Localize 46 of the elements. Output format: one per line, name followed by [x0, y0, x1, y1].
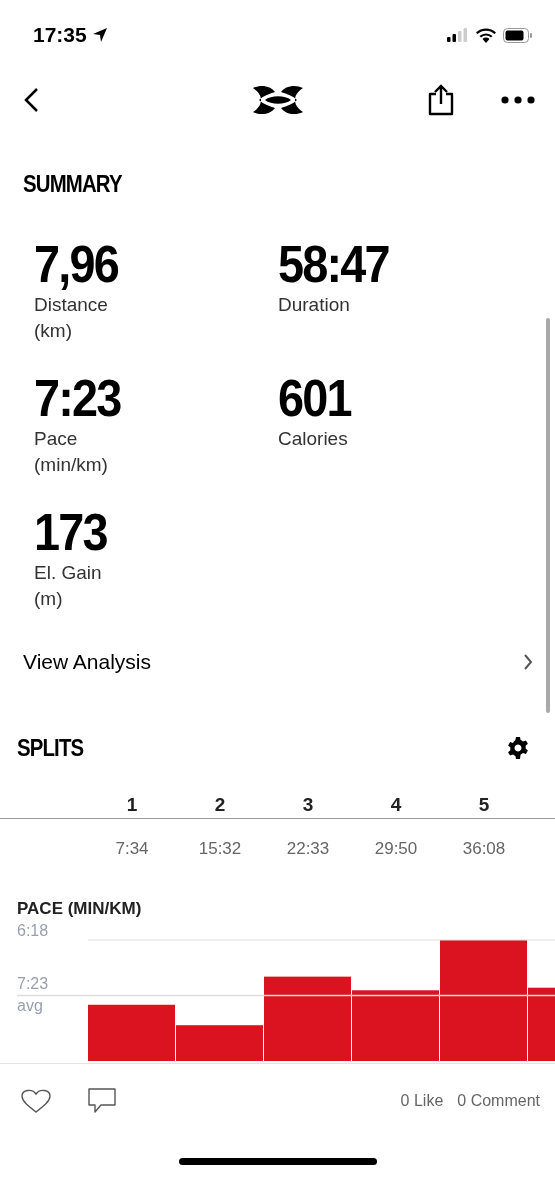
- stat-label: Calories: [278, 427, 349, 451]
- split-number: 2: [213, 794, 227, 816]
- avg-label: avg: [17, 997, 43, 1015]
- stat-value: 601: [278, 370, 353, 426]
- stat-label: Duration: [278, 293, 351, 317]
- stat-value: 7,96: [34, 236, 119, 292]
- share-icon[interactable]: [427, 84, 455, 116]
- stat-unit: (km): [34, 319, 73, 343]
- more-icon[interactable]: [501, 96, 535, 104]
- stat-label: El. Gain: [34, 561, 103, 585]
- split-time: 7:34: [114, 839, 150, 859]
- stat-value: 58:47: [278, 236, 390, 292]
- top-pace-label: 6:18: [17, 923, 49, 939]
- back-icon[interactable]: [23, 87, 39, 113]
- view-analysis-label: View Analysis: [23, 650, 151, 674]
- stat-value: 7:23: [34, 370, 122, 426]
- heart-icon[interactable]: [21, 1088, 51, 1114]
- split-number: 1: [125, 794, 139, 816]
- avg-pace-label: 7:23: [17, 975, 49, 993]
- split-number: 5: [477, 794, 491, 816]
- split-time: 15:32: [197, 839, 243, 859]
- wifi-icon: [475, 27, 497, 43]
- signal-icon: [447, 28, 469, 42]
- stat-unit: (m): [34, 587, 64, 611]
- split-number: 4: [389, 794, 403, 816]
- stat-label: Distance: [34, 293, 109, 317]
- split-number: 3: [301, 794, 315, 816]
- stat-unit: (min/km): [34, 453, 109, 477]
- section-title: SUMMARY: [23, 170, 123, 198]
- chevron-right-icon: [523, 654, 533, 670]
- logo-icon: [251, 84, 305, 116]
- split-time: 22:33: [285, 839, 331, 859]
- location-arrow-icon: [91, 27, 108, 43]
- stat-value: 173: [34, 504, 108, 560]
- status-time: 17:35: [33, 23, 87, 47]
- settings-icon[interactable]: [506, 736, 530, 760]
- comment-icon[interactable]: [87, 1088, 117, 1114]
- battery-icon: [503, 27, 533, 43]
- chart-title: PACE (MIN/KM): [16, 899, 143, 919]
- section-title: SPLITS: [17, 734, 84, 762]
- split-time: 36:08: [461, 839, 507, 859]
- like-count[interactable]: 0 Like: [400, 1092, 444, 1110]
- split-time: 29:50: [373, 839, 419, 859]
- view-analysis-row[interactable]: View Analysis: [0, 642, 555, 682]
- stat-label: Pace: [34, 427, 79, 451]
- comment-count[interactable]: 0 Comment: [457, 1092, 540, 1110]
